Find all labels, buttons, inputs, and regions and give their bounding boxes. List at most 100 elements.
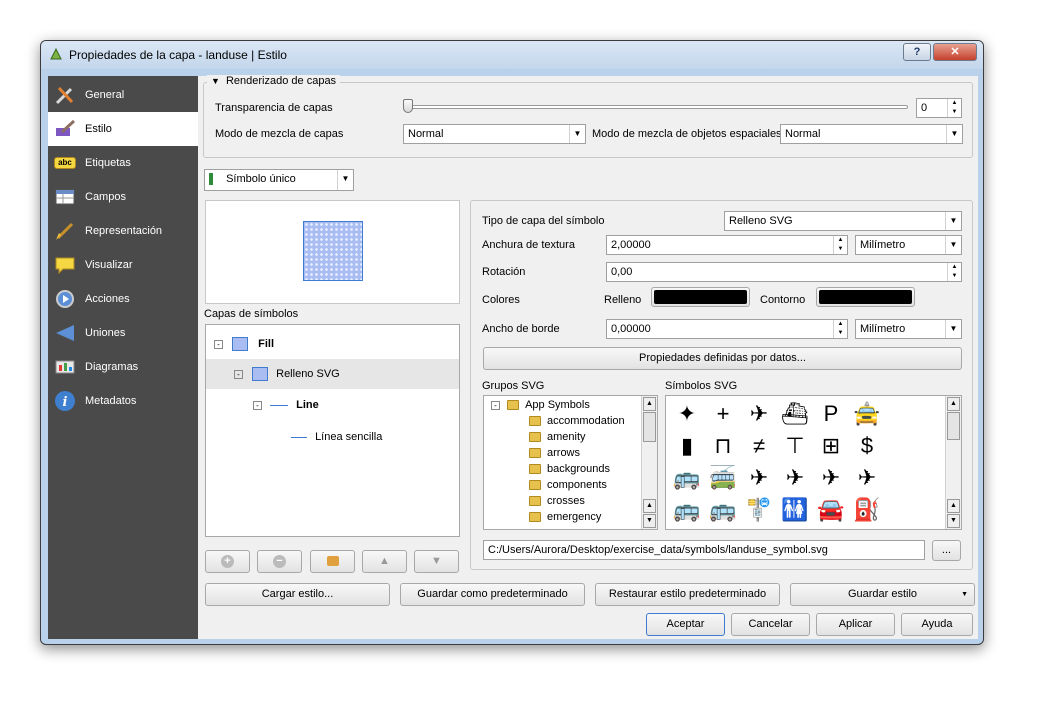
- svg-symbol-cell[interactable]: ✦: [670, 399, 704, 429]
- save-as-default-button[interactable]: Guardar como predeterminado: [400, 583, 585, 606]
- texture-width-spinbox[interactable]: 2,00000 ▲ ▼: [606, 235, 848, 255]
- svg-symbol-cell[interactable]: ⛽: [850, 495, 884, 525]
- svg-symbol-cell[interactable]: 🚏: [742, 495, 776, 525]
- sidebar-item-campos[interactable]: Campos: [48, 180, 198, 214]
- scroll-down-icon[interactable]: ▼: [643, 514, 656, 528]
- transparency-spinbox[interactable]: 0 ▲ ▼: [916, 98, 962, 118]
- data-defined-properties-button[interactable]: Propiedades definidas por datos...: [483, 347, 962, 370]
- sidebar-item-metadatos[interactable]: i Metadatos: [48, 384, 198, 418]
- render-group-header[interactable]: ▼ Renderizado de capas: [207, 75, 341, 87]
- svg-symbol-cell[interactable]: ≠: [742, 431, 776, 461]
- sidebar-item-representacion[interactable]: Representación: [48, 214, 198, 248]
- scroll-up-icon[interactable]: ▲: [643, 499, 656, 513]
- renderer-select[interactable]: Símbolo único ▼: [204, 169, 354, 191]
- transparency-slider-handle[interactable]: [403, 99, 413, 113]
- restore-default-style-button[interactable]: Restaurar estilo predeterminado: [595, 583, 780, 606]
- sidebar-item-general[interactable]: General: [48, 78, 198, 112]
- feature-blend-select[interactable]: Normal ▼: [780, 124, 963, 144]
- svg-symbol-cell[interactable]: ✈: [742, 399, 776, 429]
- move-up-button[interactable]: ▲: [362, 550, 407, 573]
- svg-group-item-label: amenity: [547, 431, 586, 443]
- svg-symbol-cell[interactable]: ✈: [850, 463, 884, 493]
- tree-row-line[interactable]: - Line: [253, 399, 319, 411]
- svg-symbol-cell[interactable]: ⛴: [778, 399, 812, 429]
- rotation-spinbox[interactable]: 0,00 ▲ ▼: [606, 262, 962, 282]
- svg-group-item[interactable]: emergency: [529, 511, 601, 523]
- spin-arrows-icon[interactable]: ▲ ▼: [833, 236, 847, 254]
- close-window-button[interactable]: ✕: [933, 43, 977, 61]
- fill-color-button[interactable]: [651, 287, 750, 307]
- transparency-slider[interactable]: [405, 105, 908, 109]
- svg-symbol-cell[interactable]: +: [706, 399, 740, 429]
- svg-group-item[interactable]: components: [529, 479, 607, 491]
- svg-groups-tree: - App Symbols accommodation amenity arro…: [483, 395, 658, 530]
- spin-arrows-icon[interactable]: ▲ ▼: [833, 320, 847, 338]
- tree-row-simple-line[interactable]: Línea sencilla: [291, 431, 382, 443]
- help-title-button[interactable]: ?: [903, 43, 931, 61]
- svg-symbols-grid: ✦ + ✈ ⛴ P 🚖 ▮ ⊓ ≠ ⊤ ⊞ $ 🚌 🚎 ✈ ✈ ✈ ✈ 🚌 🚌 🚏 🚻 🚘 ⛽ ▲ ▲ ▼: [665, 395, 962, 530]
- spin-arrows-icon[interactable]: ▲ ▼: [947, 99, 961, 117]
- layer-type-select[interactable]: Relleno SVG ▼: [724, 211, 962, 231]
- svg-path-input[interactable]: C:/Users/Aurora/Desktop/exercise_data/sy…: [483, 540, 925, 560]
- save-style-button[interactable]: Guardar estilo ▼: [790, 583, 975, 606]
- svg-symbol-cell[interactable]: 🚖: [850, 399, 884, 429]
- border-unit-select[interactable]: Milímetro ▼: [855, 319, 962, 339]
- sidebar-item-uniones[interactable]: Uniones: [48, 316, 198, 350]
- border-width-spinbox[interactable]: 0,00000 ▲ ▼: [606, 319, 848, 339]
- svg-symbol-cell[interactable]: 🚘: [814, 495, 848, 525]
- load-style-button[interactable]: Cargar estilo...: [205, 583, 390, 606]
- add-layer-button[interactable]: +: [205, 550, 250, 573]
- apply-button[interactable]: Aplicar: [816, 613, 895, 636]
- lock-layer-button[interactable]: [310, 550, 355, 573]
- svg-symbol-cell[interactable]: 🚌: [670, 463, 704, 493]
- svg-symbols-scrollbar[interactable]: ▲ ▲ ▼: [945, 396, 961, 529]
- svg-group-item[interactable]: crosses: [529, 495, 585, 507]
- svg-symbol-cell[interactable]: ⊓: [706, 431, 740, 461]
- sidebar-item-diagramas[interactable]: Diagramas: [48, 350, 198, 384]
- remove-layer-button[interactable]: −: [257, 550, 302, 573]
- scroll-thumb[interactable]: [947, 412, 960, 440]
- svg-symbol-cell[interactable]: ⊤: [778, 431, 812, 461]
- scroll-thumb[interactable]: [643, 412, 656, 442]
- cancel-button[interactable]: Cancelar: [731, 613, 810, 636]
- sidebar-item-acciones[interactable]: Acciones: [48, 282, 198, 316]
- tree-row-svg-fill[interactable]: - Relleno SVG: [234, 367, 340, 381]
- svg-groups-scrollbar[interactable]: ▲ ▲ ▼: [641, 396, 657, 529]
- scroll-up-icon[interactable]: ▲: [947, 499, 960, 513]
- scroll-up-icon[interactable]: ▲: [643, 397, 656, 411]
- svg-symbol-cell[interactable]: ▮: [670, 431, 704, 461]
- svg-group-root[interactable]: - App Symbols: [491, 399, 590, 411]
- ok-button[interactable]: Aceptar: [646, 613, 725, 636]
- svg-symbol-cell[interactable]: 🚌: [706, 495, 740, 525]
- display-icon: [55, 257, 75, 275]
- svg-symbol-cell[interactable]: 🚌: [670, 495, 704, 525]
- browse-svg-button[interactable]: ...: [932, 540, 961, 561]
- blend-mode-select[interactable]: Normal ▼: [403, 124, 586, 144]
- title-bar[interactable]: Propiedades de la capa - landuse | Estil…: [41, 41, 983, 69]
- svg-symbol-cell[interactable]: ✈: [814, 463, 848, 493]
- help-button[interactable]: Ayuda: [901, 613, 973, 636]
- scroll-down-icon[interactable]: ▼: [947, 514, 960, 528]
- tree-row-fill[interactable]: - Fill: [214, 337, 274, 351]
- svg-group-item[interactable]: backgrounds: [529, 463, 610, 475]
- svg-group-item[interactable]: arrows: [529, 447, 580, 459]
- svg-group-item[interactable]: accommodation: [529, 415, 625, 427]
- svg-symbol-cell[interactable]: ⊞: [814, 431, 848, 461]
- folder-icon: [529, 496, 541, 507]
- spin-arrows-icon[interactable]: ▲ ▼: [947, 263, 961, 281]
- svg-symbol-cell[interactable]: 🚻: [778, 495, 812, 525]
- svg-symbol-cell[interactable]: ✈: [778, 463, 812, 493]
- move-down-button[interactable]: ▼: [414, 550, 459, 573]
- scroll-up-icon[interactable]: ▲: [947, 397, 960, 411]
- svg-symbol-cell[interactable]: $: [850, 431, 884, 461]
- svg-symbol-cell[interactable]: P: [814, 399, 848, 429]
- svg-group-item[interactable]: amenity: [529, 431, 586, 443]
- svg-symbol-cell[interactable]: 🚎: [706, 463, 740, 493]
- svg-symbol-cell[interactable]: ✈: [742, 463, 776, 493]
- sidebar-item-estilo[interactable]: Estilo: [48, 112, 198, 146]
- svg-fill-swatch-icon: [252, 367, 269, 381]
- sidebar-item-etiquetas[interactable]: abc Etiquetas: [48, 146, 198, 180]
- texture-unit-select[interactable]: Milímetro ▼: [855, 235, 962, 255]
- outline-color-button[interactable]: [816, 287, 915, 307]
- sidebar-item-visualizar[interactable]: Visualizar: [48, 248, 198, 282]
